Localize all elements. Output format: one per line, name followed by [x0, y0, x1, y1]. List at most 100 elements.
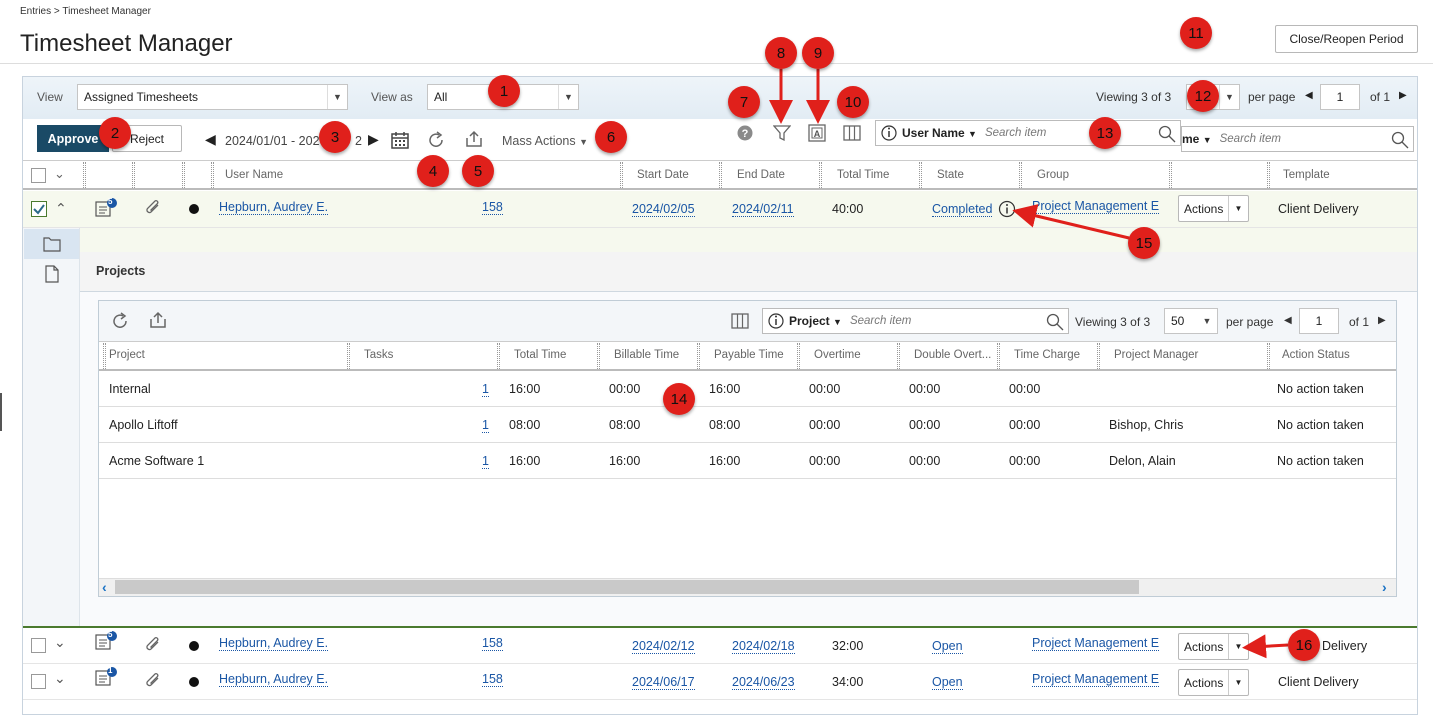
entry-count-link[interactable]: 158: [482, 636, 503, 651]
projects-col-header[interactable]: Time Charge: [1014, 349, 1080, 361]
page-input[interactable]: 1: [1320, 84, 1360, 110]
column-resizer[interactable]: [132, 162, 135, 188]
column-resizer[interactable]: [897, 343, 900, 369]
project-search-box[interactable]: Project ▼ Search item: [762, 308, 1069, 334]
row-actions-button[interactable]: Actions ▼: [1178, 669, 1249, 696]
date-range-end[interactable]: 2: [355, 134, 362, 148]
calendar-icon[interactable]: [391, 131, 409, 149]
next-period-icon[interactable]: ▶: [368, 131, 379, 148]
close-reopen-period-button[interactable]: Close/Reopen Period: [1275, 25, 1418, 53]
group-link[interactable]: Project Management E: [1032, 636, 1160, 651]
start-date-link[interactable]: 2024/02/12: [632, 639, 695, 654]
column-resizer[interactable]: [919, 162, 922, 188]
end-date-link[interactable]: 2024/02/11: [732, 202, 794, 217]
refresh-icon[interactable]: [111, 312, 129, 330]
expand-row-icon[interactable]: ⌄: [54, 634, 66, 651]
tasks-link[interactable]: 1: [482, 454, 489, 469]
projects-col-header[interactable]: Project Manager: [1114, 349, 1198, 361]
refresh-icon[interactable]: [427, 131, 445, 149]
user-link[interactable]: Hepburn, Audrey E.: [219, 636, 329, 651]
projects-col-header[interactable]: Payable Time: [714, 349, 784, 361]
projects-col-header[interactable]: Tasks: [364, 349, 393, 361]
column-resizer[interactable]: [719, 162, 722, 188]
search-input[interactable]: Search item: [985, 127, 1046, 139]
approve-button[interactable]: Approve: [37, 125, 109, 152]
project-search-input[interactable]: Search item: [850, 315, 911, 327]
paperclip-icon[interactable]: [145, 636, 163, 654]
column-resizer[interactable]: [1267, 162, 1270, 188]
filter-icon[interactable]: [773, 124, 791, 142]
columns-icon[interactable]: [731, 312, 749, 330]
state-link[interactable]: Completed: [932, 202, 993, 217]
date-range-start[interactable]: 2024/01/01 - 202: [225, 134, 320, 148]
next-page-icon[interactable]: ▶: [1378, 315, 1386, 326]
user-search-box[interactable]: User Name ▼ Search item: [875, 120, 1181, 146]
column-resizer[interactable]: [211, 162, 214, 188]
projects-col-header[interactable]: Action Status: [1282, 349, 1350, 361]
notes-icon[interactable]: [95, 667, 119, 687]
expand-row-icon[interactable]: ⌄: [54, 670, 66, 687]
view-select[interactable]: Assigned Timesheets ▼: [77, 84, 348, 110]
col-template[interactable]: Template: [1283, 169, 1330, 181]
end-date-link[interactable]: 2024/02/18: [732, 639, 795, 654]
text-format-icon[interactable]: A: [808, 124, 826, 142]
column-resizer[interactable]: [1169, 162, 1172, 188]
end-date-link[interactable]: 2024/06/23: [732, 675, 795, 690]
column-resizer[interactable]: [1097, 343, 1100, 369]
projects-col-header[interactable]: Project: [109, 349, 145, 361]
state-link[interactable]: Open: [932, 639, 963, 654]
projects-col-header[interactable]: Overtime: [814, 349, 861, 361]
columns-icon[interactable]: [843, 124, 861, 142]
column-resizer[interactable]: [1019, 162, 1022, 188]
col-state[interactable]: State: [937, 169, 964, 181]
column-resizer[interactable]: [819, 162, 822, 188]
search2-input[interactable]: Search item: [1220, 133, 1281, 145]
paperclip-icon[interactable]: [145, 199, 163, 217]
column-resizer[interactable]: [1267, 343, 1270, 369]
user-link[interactable]: Hepburn, Audrey E.: [219, 200, 329, 215]
column-resizer[interactable]: [182, 162, 185, 188]
state-link[interactable]: Open: [932, 675, 963, 690]
select-all-checkbox[interactable]: [31, 168, 46, 183]
export-icon[interactable]: [149, 311, 167, 329]
column-resizer[interactable]: [103, 343, 106, 369]
user-link[interactable]: Hepburn, Audrey E.: [219, 672, 329, 687]
search2-field-selector[interactable]: me ▼: [1182, 132, 1212, 146]
prev-page-icon[interactable]: ◀: [1305, 90, 1313, 101]
column-resizer[interactable]: [83, 162, 86, 188]
folder-icon[interactable]: [43, 236, 61, 252]
prev-page-icon[interactable]: ◀: [1284, 315, 1292, 326]
col-end-date[interactable]: End Date: [737, 169, 785, 181]
search-icon[interactable]: [1046, 313, 1064, 331]
column-resizer[interactable]: [997, 343, 1000, 369]
projects-col-header[interactable]: Double Overt...: [914, 349, 991, 361]
export-icon[interactable]: [465, 130, 483, 148]
collapse-row-icon[interactable]: ⌄: [55, 199, 67, 216]
col-total-time[interactable]: Total Time: [837, 169, 889, 181]
search-icon[interactable]: [1158, 125, 1176, 143]
column-resizer[interactable]: [797, 343, 800, 369]
projects-col-header[interactable]: Total Time: [514, 349, 566, 361]
column-resizer[interactable]: [597, 343, 600, 369]
breadcrumb[interactable]: Entries > Timesheet Manager: [20, 6, 151, 17]
column-resizer[interactable]: [697, 343, 700, 369]
column-resizer[interactable]: [620, 162, 623, 188]
scroll-left-icon[interactable]: ‹: [102, 579, 107, 595]
column-resizer[interactable]: [347, 343, 350, 369]
projects-col-header[interactable]: Billable Time: [614, 349, 679, 361]
entry-count-link[interactable]: 158: [482, 672, 503, 687]
col-group[interactable]: Group: [1037, 169, 1069, 181]
paperclip-icon[interactable]: [145, 672, 163, 690]
row-checkbox[interactable]: [31, 674, 46, 689]
col-start-date[interactable]: Start Date: [637, 169, 689, 181]
entry-count-link[interactable]: 158: [482, 200, 503, 215]
help-icon[interactable]: ?: [737, 125, 753, 141]
scroll-right-icon[interactable]: ›: [1382, 579, 1387, 595]
notes-icon[interactable]: [95, 631, 119, 651]
user-search-box-secondary[interactable]: me ▼ Search item: [1181, 126, 1414, 152]
info-icon[interactable]: [998, 200, 1016, 218]
prev-period-icon[interactable]: ◀: [205, 131, 216, 148]
row-checkbox[interactable]: [31, 201, 47, 217]
next-page-icon[interactable]: ▶: [1399, 90, 1407, 101]
tasks-link[interactable]: 1: [482, 418, 489, 433]
